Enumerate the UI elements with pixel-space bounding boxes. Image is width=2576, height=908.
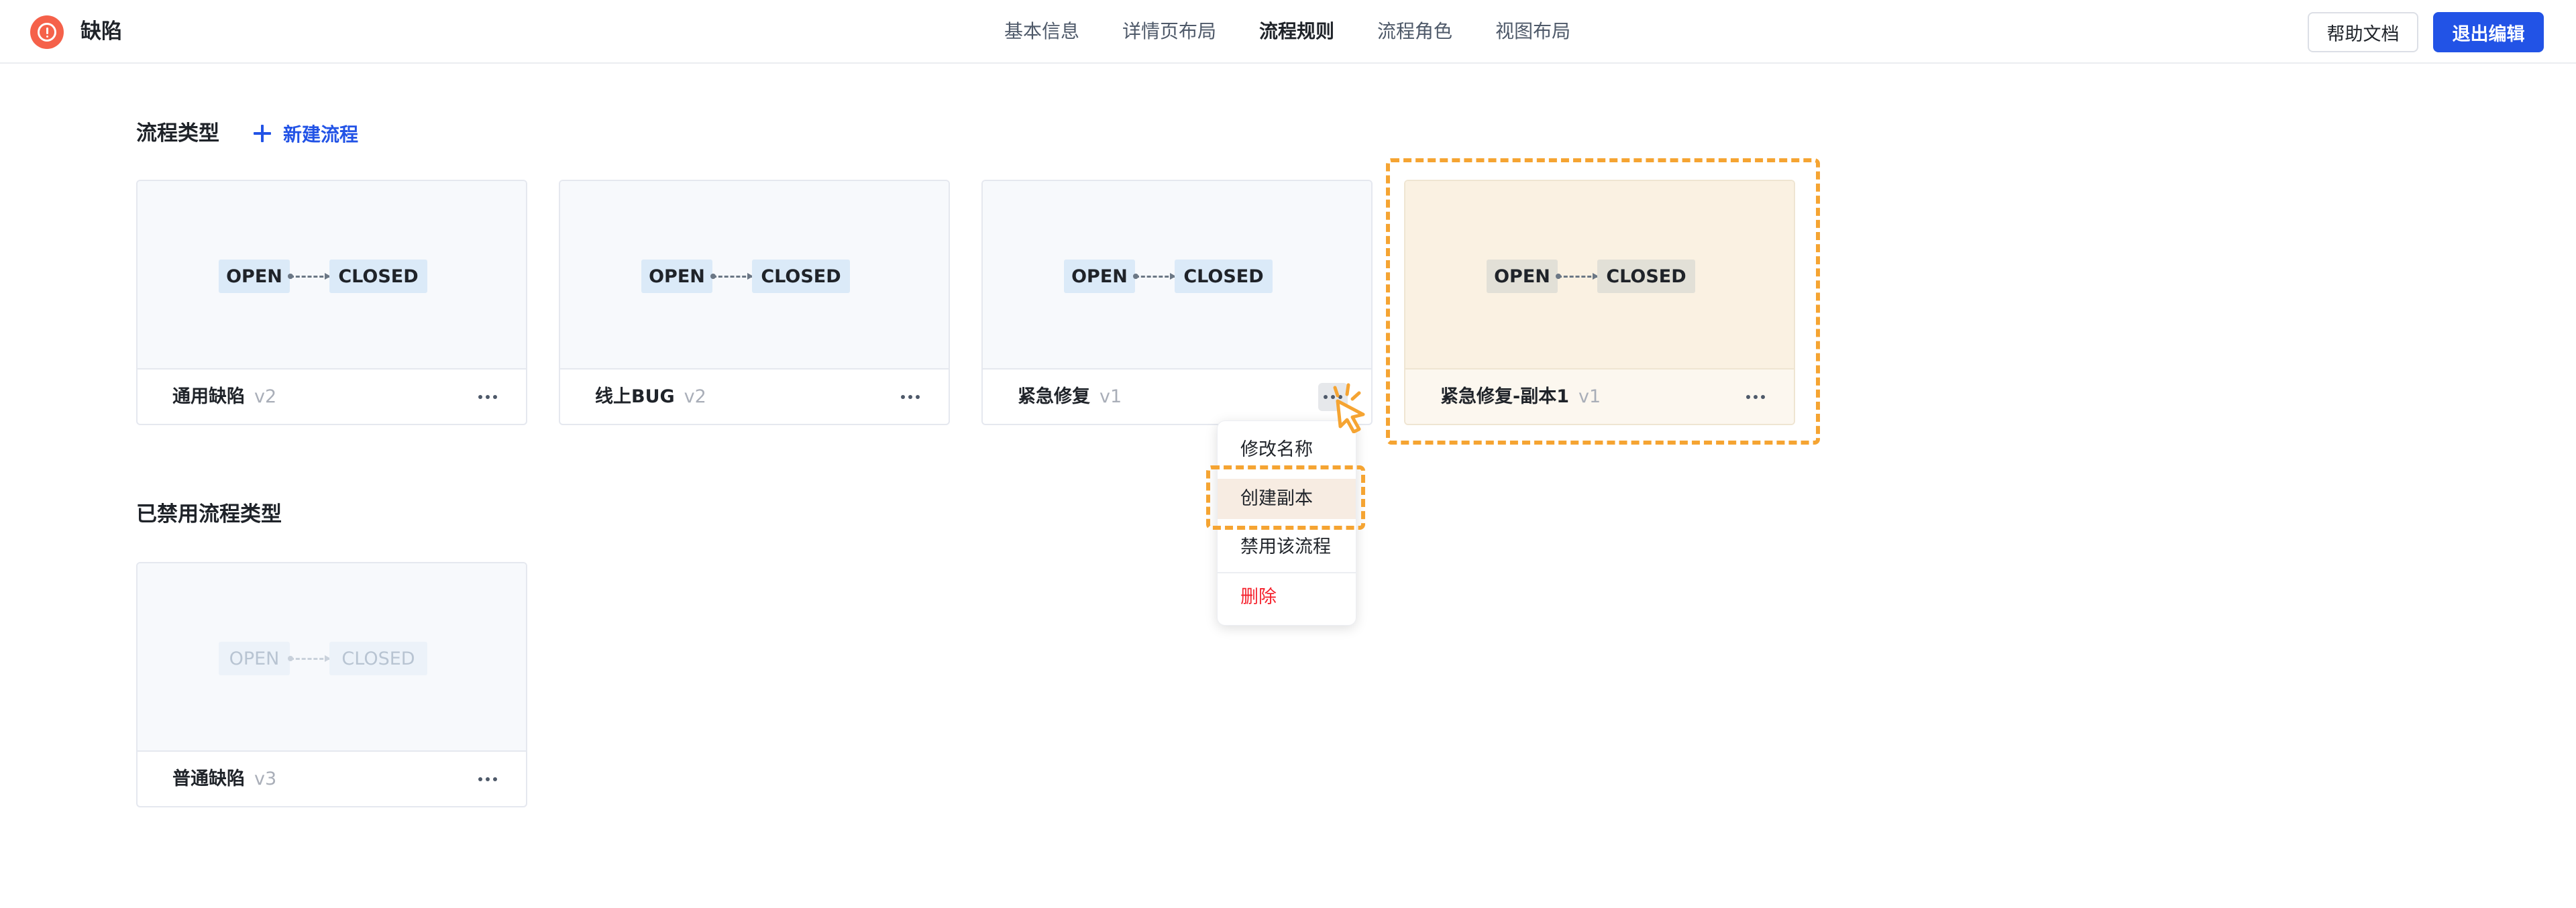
flow-card[interactable]: OPEN CLOSED 紧急修复 v1 bbox=[981, 180, 1373, 425]
flow-preview: OPEN CLOSED bbox=[138, 181, 526, 370]
card-footer: 紧急修复 v1 bbox=[983, 370, 1371, 424]
card-version: v1 bbox=[1099, 386, 1122, 407]
menu-item-disable-flow[interactable]: 禁用该流程 bbox=[1218, 527, 1356, 567]
transition-arrow bbox=[1133, 273, 1176, 280]
card-version: v3 bbox=[254, 769, 277, 789]
pointer-cursor-icon bbox=[1333, 383, 1365, 433]
card-footer: 通用缺陷 v2 bbox=[138, 370, 526, 424]
tab-basic-info[interactable]: 基本信息 bbox=[1004, 17, 1079, 46]
flow-diagram: OPEN CLOSED bbox=[641, 260, 869, 293]
state-closed: CLOSED bbox=[752, 260, 850, 293]
card-name: 通用缺陷 bbox=[172, 386, 245, 407]
flow-preview: OPEN CLOSED bbox=[138, 563, 526, 752]
exit-edit-button[interactable]: 退出编辑 bbox=[2433, 12, 2544, 52]
flow-diagram: OPEN CLOSED bbox=[219, 642, 447, 675]
flow-diagram: OPEN CLOSED bbox=[1064, 260, 1292, 293]
more-options-icon[interactable] bbox=[896, 383, 925, 411]
menu-divider bbox=[1218, 572, 1356, 573]
card-version: v2 bbox=[254, 386, 277, 407]
flow-diagram: OPEN CLOSED bbox=[219, 260, 447, 293]
app-title: 缺陷 bbox=[80, 19, 122, 44]
transition-arrow bbox=[288, 655, 331, 662]
state-open: OPEN bbox=[1064, 260, 1135, 293]
tab-view-layout[interactable]: 视图布局 bbox=[1495, 17, 1570, 46]
state-open: OPEN bbox=[219, 260, 290, 293]
plus-icon bbox=[254, 125, 271, 142]
transition-arrow bbox=[710, 273, 753, 280]
card-footer: 线上BUG v2 bbox=[560, 370, 949, 424]
card-name: 紧急修复 bbox=[1018, 386, 1090, 407]
tab-detail-layout[interactable]: 详情页布局 bbox=[1122, 17, 1216, 46]
flow-card[interactable]: OPEN CLOSED 线上BUG v2 bbox=[559, 180, 950, 425]
highlight-create-copy bbox=[1206, 465, 1365, 530]
card-version: v2 bbox=[684, 386, 706, 407]
flow-card[interactable]: OPEN CLOSED 通用缺陷 v2 bbox=[136, 180, 527, 425]
disabled-flow-types-title: 已禁用流程类型 bbox=[136, 502, 282, 526]
flow-types-title: 流程类型 bbox=[136, 121, 219, 146]
tab-flow-roles[interactable]: 流程角色 bbox=[1377, 17, 1452, 46]
card-name: 线上BUG bbox=[595, 386, 675, 407]
card-title: 通用缺陷 v2 bbox=[172, 383, 276, 411]
state-open: OPEN bbox=[641, 260, 712, 293]
more-options-icon[interactable] bbox=[473, 765, 502, 793]
menu-item-rename[interactable]: 修改名称 bbox=[1218, 430, 1356, 470]
top-header: 缺陷 基本信息 详情页布局 流程规则 流程角色 视图布局 帮助文档 退出编辑 bbox=[0, 0, 2576, 64]
more-options-icon[interactable] bbox=[473, 383, 502, 411]
flow-preview: OPEN CLOSED bbox=[983, 181, 1371, 370]
flow-preview: OPEN CLOSED bbox=[560, 181, 949, 370]
state-closed: CLOSED bbox=[1175, 260, 1273, 293]
help-docs-button[interactable]: 帮助文档 bbox=[2308, 12, 2418, 52]
card-title: 普通缺陷 v3 bbox=[172, 765, 276, 793]
card-name: 普通缺陷 bbox=[172, 769, 245, 789]
menu-item-delete[interactable]: 删除 bbox=[1218, 577, 1356, 618]
transition-arrow bbox=[288, 273, 331, 280]
tab-flow-rules[interactable]: 流程规则 bbox=[1259, 17, 1334, 46]
highlight-new-card bbox=[1386, 158, 1820, 445]
card-title: 紧急修复 v1 bbox=[1018, 383, 1122, 411]
new-flow-button[interactable]: 新建流程 bbox=[254, 119, 358, 148]
state-closed: CLOSED bbox=[329, 260, 427, 293]
nav-tabs: 基本信息 详情页布局 流程规则 流程角色 视图布局 bbox=[1004, 17, 1570, 46]
state-open: OPEN bbox=[219, 642, 290, 675]
app-logo-icon bbox=[30, 15, 64, 49]
card-footer: 普通缺陷 v3 bbox=[138, 752, 526, 806]
state-closed: CLOSED bbox=[329, 642, 427, 675]
new-flow-label: 新建流程 bbox=[283, 123, 359, 146]
card-title: 线上BUG v2 bbox=[595, 383, 706, 411]
disabled-flow-card[interactable]: OPEN CLOSED 普通缺陷 v3 bbox=[136, 562, 527, 807]
